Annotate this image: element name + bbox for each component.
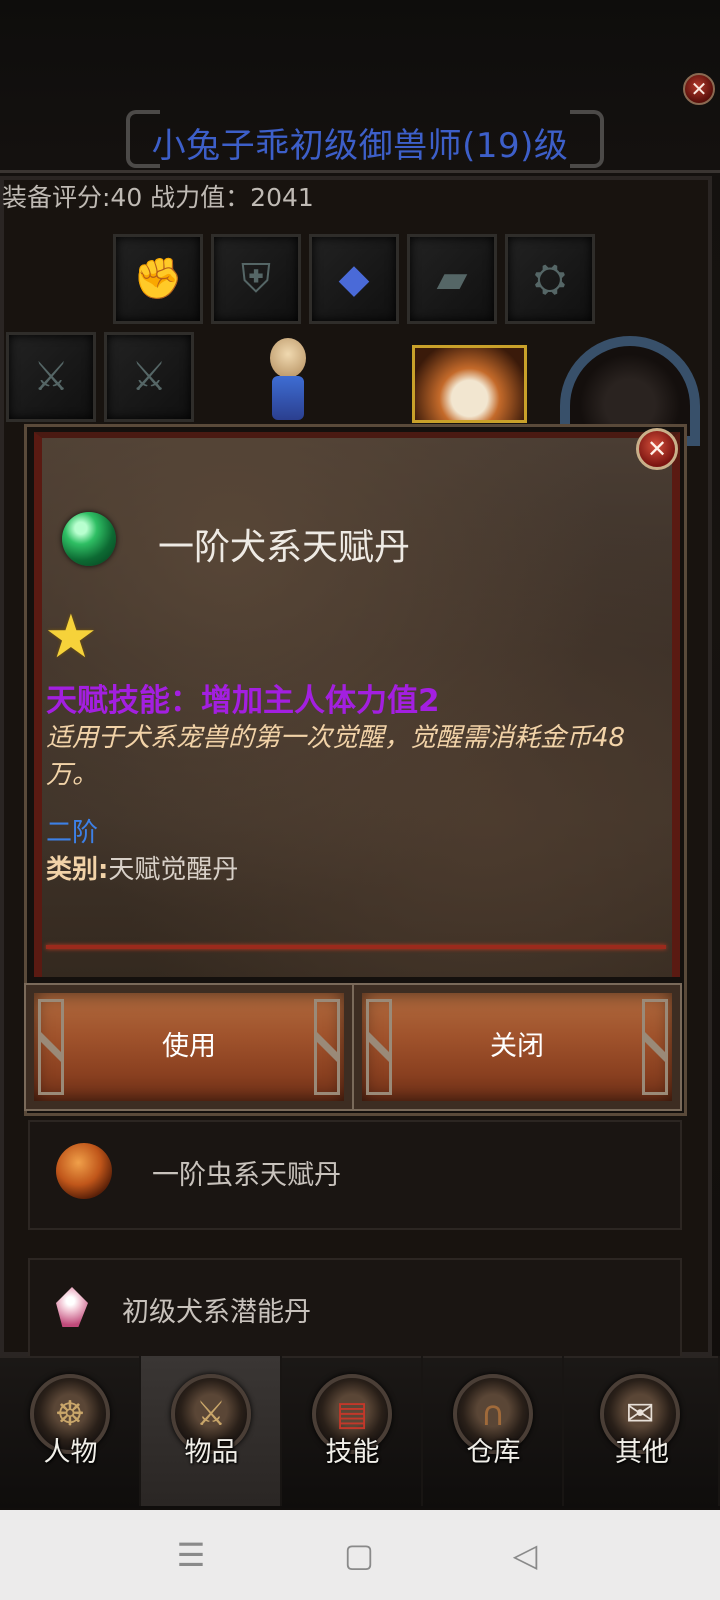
green-orb-icon (62, 512, 116, 566)
tab-label: 其他 (615, 1437, 669, 1468)
tab-other[interactable]: ✉ 其他 (564, 1356, 720, 1506)
amulet-icon: ◆ (338, 256, 370, 302)
equip-slot-armor[interactable]: ⛨ (211, 234, 301, 324)
pet-fox-portrait[interactable] (412, 345, 527, 423)
category-key: 类别: (46, 855, 109, 885)
dialog-close-icon[interactable]: ✕ (636, 428, 678, 470)
character-title: 小兔子乖初级御兽师(19)级 (151, 126, 569, 166)
tab-label: 仓库 (466, 1437, 521, 1468)
tab-label: 人物 (43, 1437, 98, 1468)
close-button[interactable]: 关闭 (352, 983, 682, 1111)
equip-slot-weapon-2[interactable]: ⚔ (104, 332, 194, 422)
equip-slot-gloves[interactable]: ✊ (113, 234, 203, 324)
bracer-icon: ▰ (436, 256, 468, 302)
armor-icon: ⛨ (241, 256, 271, 302)
list-item[interactable] (28, 1120, 682, 1230)
equip-slot-weapon-1[interactable]: ⚔ (6, 332, 96, 422)
sword-icon: ⚔ (33, 354, 69, 400)
tab-storage[interactable]: ∩ 仓库 (423, 1356, 564, 1506)
home-icon[interactable]: ▢ (334, 1530, 384, 1580)
panel-close-button[interactable]: ✕ (683, 73, 715, 105)
equip-slot-amulet[interactable]: ◆ (309, 234, 399, 324)
equip-slot-bracer[interactable]: ▰ (407, 234, 497, 324)
list-item-name: 初级犬系潜能丹 (122, 1297, 311, 1328)
equip-slot-boots[interactable]: ⛭ (505, 234, 595, 324)
list-item-name: 一阶虫系天赋丹 (152, 1160, 341, 1191)
menu-icon[interactable]: ☰ (166, 1530, 216, 1580)
item-description: 适用于犬系宠兽的第一次觉醒，觉醒需消耗金币48万。 (46, 723, 626, 790)
tab-label: 技能 (325, 1437, 380, 1468)
sword-icon: ⚔ (131, 354, 167, 400)
orange-orb-icon (56, 1143, 112, 1199)
back-icon[interactable]: ◁ (500, 1530, 550, 1580)
item-tier: 二阶 (46, 818, 99, 848)
talent-skill-line: 天赋技能：增加主人体力值2 (46, 683, 440, 719)
tab-items[interactable]: ⚔ 物品 (141, 1356, 282, 1506)
tab-label: 物品 (184, 1437, 239, 1468)
star-icon: ★ (44, 602, 98, 672)
boots-icon: ⛭ (534, 256, 566, 302)
category-value: 天赋觉醒丹 (108, 855, 239, 885)
tab-character[interactable]: ☸ 人物 (0, 1356, 141, 1506)
character-avatar (266, 338, 310, 420)
use-button[interactable]: 使用 (24, 983, 354, 1111)
tab-skills[interactable]: ▤ 技能 (282, 1356, 423, 1506)
item-category: 类别:天赋觉醒丹 (46, 849, 238, 886)
score-line: 装备评分:40 战力值：2041 (2, 183, 314, 212)
item-name: 一阶犬系天赋丹 (158, 527, 411, 568)
dialog-divider (46, 945, 666, 949)
gloves-icon: ✊ (133, 256, 183, 302)
